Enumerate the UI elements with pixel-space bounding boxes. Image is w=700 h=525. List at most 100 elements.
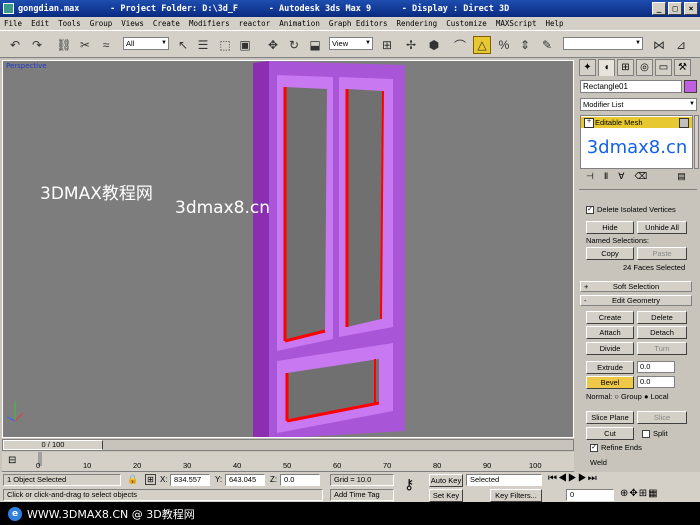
menu-tools[interactable]: Tools <box>58 19 81 28</box>
menu-create[interactable]: Create <box>153 19 180 28</box>
make-unique-icon[interactable]: ∀ <box>618 171 624 185</box>
y-coord-field[interactable]: 643.045 <box>225 474 265 486</box>
stack-item-editable-mesh[interactable]: Editable Mesh <box>581 117 692 128</box>
soft-selection-rollout[interactable]: + Soft Selection <box>580 281 692 292</box>
select-and-manipulate-icon[interactable]: ✢ <box>402 36 420 54</box>
motion-tab-icon[interactable]: ◎ <box>636 59 653 76</box>
slice-plane-button[interactable]: Slice Plane <box>586 411 634 424</box>
menu-maxscript[interactable]: MAXScript <box>496 19 537 28</box>
menu-animation[interactable]: Animation <box>279 19 320 28</box>
select-object-icon[interactable]: ↖ <box>174 36 192 54</box>
key-icon[interactable]: ⚷ <box>404 476 414 493</box>
maximize-button[interactable]: □ <box>668 2 682 15</box>
track-bar[interactable]: ⊟ 0 10 20 30 40 50 60 70 80 90 100 <box>2 452 574 472</box>
cut-button[interactable]: Cut <box>586 427 634 440</box>
mini-curve-editor-icon[interactable]: ⊟ <box>8 455 16 466</box>
utilities-tab-icon[interactable]: ⚒ <box>674 59 691 76</box>
unlink-icon[interactable]: ✂ <box>76 36 94 54</box>
rectangular-selection-icon[interactable]: ⬚ <box>216 36 234 54</box>
angle-snap-icon[interactable]: △ <box>473 36 491 54</box>
bevel-button[interactable]: Bevel <box>586 376 634 389</box>
snap-toggle-icon[interactable]: ⌒ <box>451 36 469 54</box>
pin-stack-icon[interactable]: ⊣ <box>586 171 594 185</box>
menu-customize[interactable]: Customize <box>446 19 487 28</box>
selection-filter-select[interactable]: All <box>123 37 169 50</box>
key-filters-button[interactable]: Key Filters... <box>490 489 542 502</box>
remove-modifier-icon[interactable]: ⌫ <box>634 171 647 185</box>
menu-modifiers[interactable]: Modifiers <box>189 19 230 28</box>
viewport-navigation[interactable]: ⊕✥⊞▦ <box>620 488 659 499</box>
lock-selection-icon[interactable]: 🔒 <box>127 474 138 485</box>
turn-button[interactable]: Turn <box>637 342 687 355</box>
object-name-field[interactable]: Rectangle01 <box>580 80 682 93</box>
menu-reactor[interactable]: reactor <box>239 19 271 28</box>
bind-space-warp-icon[interactable]: ≈ <box>97 36 115 54</box>
delete-isolated-checkbox[interactable]: ✓ Delete Isolated Vertices <box>586 205 676 215</box>
unhide-all-button[interactable]: Unhide All <box>637 221 687 234</box>
window-crossing-icon[interactable]: ▣ <box>236 36 254 54</box>
select-by-name-icon[interactable]: ☰ <box>194 36 212 54</box>
menu-group[interactable]: Group <box>90 19 113 28</box>
close-button[interactable]: × <box>684 2 698 15</box>
stack-scrollbar[interactable] <box>694 115 699 169</box>
create-button[interactable]: Create <box>586 311 634 324</box>
undo-icon[interactable]: ↶ <box>6 36 24 54</box>
show-end-result-icon[interactable]: Ⅱ <box>604 171 608 185</box>
current-frame-field[interactable]: 0 <box>566 489 614 501</box>
minimize-button[interactable]: _ <box>652 2 666 15</box>
viewport-label[interactable]: Perspective <box>6 62 47 70</box>
reference-coordinate-select[interactable]: View <box>329 37 373 50</box>
slice-button[interactable]: Slice <box>637 411 687 424</box>
percent-snap-icon[interactable]: % <box>495 36 513 54</box>
attach-button[interactable]: Attach <box>586 326 634 339</box>
select-move-icon[interactable]: ✥ <box>264 36 282 54</box>
hide-button[interactable]: Hide <box>586 221 634 234</box>
link-icon[interactable]: ⛓ <box>55 36 73 54</box>
divide-button[interactable]: Divide <box>586 342 634 355</box>
edit-geometry-rollout[interactable]: - Edit Geometry <box>580 295 692 306</box>
modify-tab-icon[interactable]: ◖ <box>598 59 615 76</box>
auto-key-button[interactable]: Auto Key <box>429 474 463 487</box>
configure-sets-icon[interactable]: ▤ <box>677 171 686 185</box>
menu-help[interactable]: Help <box>545 19 563 28</box>
pivot-center-icon[interactable]: ⊞ <box>378 36 396 54</box>
perspective-viewport[interactable]: Perspective 3DMAX教程网 3dmax8.cn <box>2 60 574 438</box>
copy-button[interactable]: Copy <box>586 247 634 260</box>
app-icon[interactable] <box>3 3 14 14</box>
align-icon[interactable]: ⊿ <box>672 36 690 54</box>
normal-local-radio[interactable]: ● Local <box>644 392 669 401</box>
redo-icon[interactable]: ↷ <box>28 36 46 54</box>
detach-button[interactable]: Detach <box>637 326 687 339</box>
split-checkbox[interactable]: Split <box>642 429 668 439</box>
add-time-tag-button[interactable]: Add Time Tag <box>330 489 394 501</box>
modifier-list-select[interactable]: Modifier List <box>580 98 697 111</box>
delete-button[interactable]: Delete <box>637 311 687 324</box>
key-mode-select[interactable]: Selected <box>466 474 542 486</box>
time-slider-thumb[interactable]: 0 / 100 <box>3 440 103 450</box>
select-rotate-icon[interactable]: ↻ <box>285 36 303 54</box>
set-key-button[interactable]: Set Key <box>429 489 463 502</box>
normal-group-radio[interactable]: ○ Group <box>614 392 641 401</box>
select-scale-icon[interactable]: ⬓ <box>306 36 324 54</box>
time-slider[interactable]: 0 / 100 <box>2 439 574 451</box>
menu-edit[interactable]: Edit <box>31 19 49 28</box>
keyboard-shortcut-icon[interactable]: ⬢ <box>425 36 443 54</box>
menu-graph-editors[interactable]: Graph Editors <box>329 19 388 28</box>
playback-controls[interactable]: ⏮◀▶▶⏭ <box>548 473 598 484</box>
extrude-amount-field[interactable]: 0.0 <box>637 361 675 373</box>
hierarchy-tab-icon[interactable]: ⊞ <box>617 59 634 76</box>
menu-views[interactable]: Views <box>121 19 144 28</box>
mirror-icon[interactable]: ⋈ <box>650 36 668 54</box>
refine-ends-checkbox[interactable]: ✓ Refine Ends <box>590 443 642 453</box>
named-selection-icon[interactable]: ✎ <box>538 36 556 54</box>
z-coord-field[interactable]: 0.0 <box>280 474 320 486</box>
extrude-button[interactable]: Extrude <box>586 361 634 374</box>
named-selection-sets-select[interactable] <box>563 37 643 50</box>
paste-button[interactable]: Paste <box>637 247 687 260</box>
menu-rendering[interactable]: Rendering <box>397 19 438 28</box>
x-coord-field[interactable]: 834.557 <box>170 474 210 486</box>
absolute-mode-icon[interactable]: ⊞ <box>145 474 156 485</box>
object-color-swatch[interactable] <box>684 80 697 93</box>
create-tab-icon[interactable]: ✦ <box>579 59 596 76</box>
spinner-snap-icon[interactable]: ⇕ <box>516 36 534 54</box>
